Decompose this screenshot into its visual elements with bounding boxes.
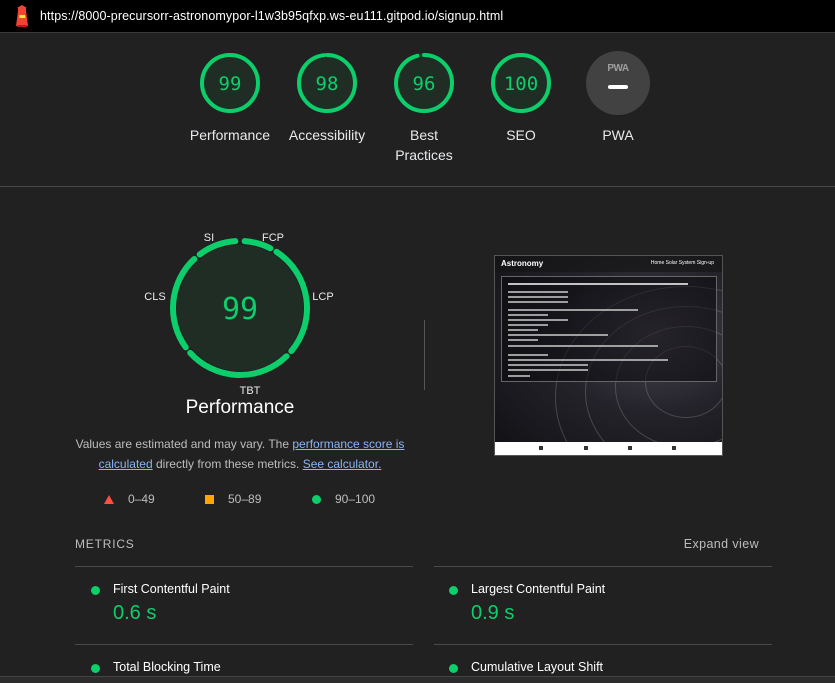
final-screenshot[interactable]: Astronomy Home Solar System Sign-up xyxy=(494,255,723,456)
green-circle-icon xyxy=(449,664,458,673)
notice-text-mid: directly from these metrics. xyxy=(152,457,303,471)
thumbnail-footer xyxy=(495,442,722,455)
score-label: Performance xyxy=(189,127,271,143)
form-line xyxy=(508,283,688,285)
performance-score: 99 xyxy=(222,292,258,327)
form-line xyxy=(508,319,568,321)
green-circle-icon xyxy=(91,586,100,595)
see-calculator-link[interactable]: See calculator. xyxy=(303,457,382,471)
expand-view-toggle[interactable]: Expand view xyxy=(684,537,759,551)
legend-range: 90–100 xyxy=(335,492,376,506)
form-line xyxy=(508,309,638,311)
gauge-seo[interactable]: 100 SEO xyxy=(471,51,571,145)
orange-square-icon xyxy=(205,494,214,504)
score-value: 100 xyxy=(503,73,539,95)
score-legend: 0–49 50–89 90–100 xyxy=(0,492,835,508)
legend-pass: 90–100 xyxy=(312,492,375,506)
gauge-performance[interactable]: 99 Performance xyxy=(180,51,280,145)
notice-text: Values are estimated and may vary. The xyxy=(75,437,293,451)
score-value: 96 xyxy=(412,73,436,95)
divider xyxy=(434,644,772,645)
metric-title: Total Blocking Time xyxy=(113,660,221,674)
form-line xyxy=(508,296,568,298)
legend-average: 50–89 xyxy=(205,492,261,506)
form-line xyxy=(508,334,608,336)
score-value: 99 xyxy=(218,73,242,95)
pwa-dash-icon xyxy=(608,85,628,89)
green-circle-icon xyxy=(91,664,100,673)
thumbnail-navbar: Astronomy Home Solar System Sign-up xyxy=(495,256,722,272)
estimate-notice: Values are estimated and may vary. The p… xyxy=(70,434,410,474)
divider xyxy=(424,320,425,390)
form-line xyxy=(508,369,588,371)
divider xyxy=(434,566,772,567)
metric-title: Cumulative Layout Shift xyxy=(471,660,604,674)
form-line xyxy=(508,291,568,293)
lighthouse-icon xyxy=(16,5,28,27)
social-icon xyxy=(584,446,588,450)
red-triangle-icon xyxy=(104,494,114,504)
form-line xyxy=(508,359,668,361)
metric-label-fcp: FCP xyxy=(262,232,284,244)
metric-label-cls: CLS xyxy=(144,291,165,303)
metric-value: 0.6 s xyxy=(113,602,157,624)
metric-label-si: SI xyxy=(204,232,214,244)
form-line xyxy=(508,354,548,356)
metric-title: First Contentful Paint xyxy=(113,582,230,596)
metric-title: Largest Contentful Paint xyxy=(471,582,606,596)
score-label: SEO xyxy=(506,127,536,143)
metrics-heading: METRICS xyxy=(75,537,135,551)
thumbnail-form xyxy=(501,276,717,382)
legend-range: 50–89 xyxy=(228,492,262,506)
divider xyxy=(75,566,413,567)
legend-fail: 0–49 xyxy=(104,492,155,506)
social-icon xyxy=(628,446,632,450)
form-line xyxy=(508,324,548,326)
gauge-accessibility[interactable]: 98 Accessibility xyxy=(277,51,377,145)
scores-header: 99 Performance 98 Accessibility 96 Best … xyxy=(0,33,835,187)
score-label: Best Practices xyxy=(395,127,453,163)
url-bar: https://8000-precursorr-astronomypor-l1w… xyxy=(0,0,835,33)
metric-label-lcp: LCP xyxy=(312,291,333,303)
performance-gauge[interactable]: 99 SI FCP LCP TBT CLS xyxy=(140,228,340,398)
score-label: PWA xyxy=(602,127,634,143)
social-icon xyxy=(539,446,543,450)
form-line xyxy=(508,339,538,341)
page-url: https://8000-precursorr-astronomypor-l1w… xyxy=(40,9,504,23)
form-line xyxy=(508,364,588,366)
pwa-badge-text: PWA xyxy=(607,63,629,74)
legend-range: 0–49 xyxy=(128,492,155,506)
form-line xyxy=(508,345,658,347)
thumbnail-nav-links: Home Solar System Sign-up xyxy=(650,260,714,266)
gauge-pwa[interactable]: PWA PWA xyxy=(568,51,668,145)
green-circle-icon xyxy=(312,494,321,504)
metrics-header: METRICS Expand view xyxy=(75,537,759,551)
metric-label-tbt: TBT xyxy=(240,385,261,397)
form-line xyxy=(508,314,548,316)
thumbnail-brand: Astronomy xyxy=(501,259,544,268)
pwa-badge: PWA xyxy=(586,51,650,115)
green-circle-icon xyxy=(449,586,458,595)
form-line xyxy=(508,375,530,377)
performance-title: Performance xyxy=(185,397,295,418)
form-line xyxy=(508,301,568,303)
gauge-best-practices[interactable]: 96 Best Practices xyxy=(374,51,474,165)
divider xyxy=(75,644,413,645)
social-icon xyxy=(672,446,676,450)
score-label: Accessibility xyxy=(288,127,366,143)
score-value: 98 xyxy=(315,73,339,95)
form-line xyxy=(508,329,538,331)
metric-value: 0.9 s xyxy=(471,602,515,624)
